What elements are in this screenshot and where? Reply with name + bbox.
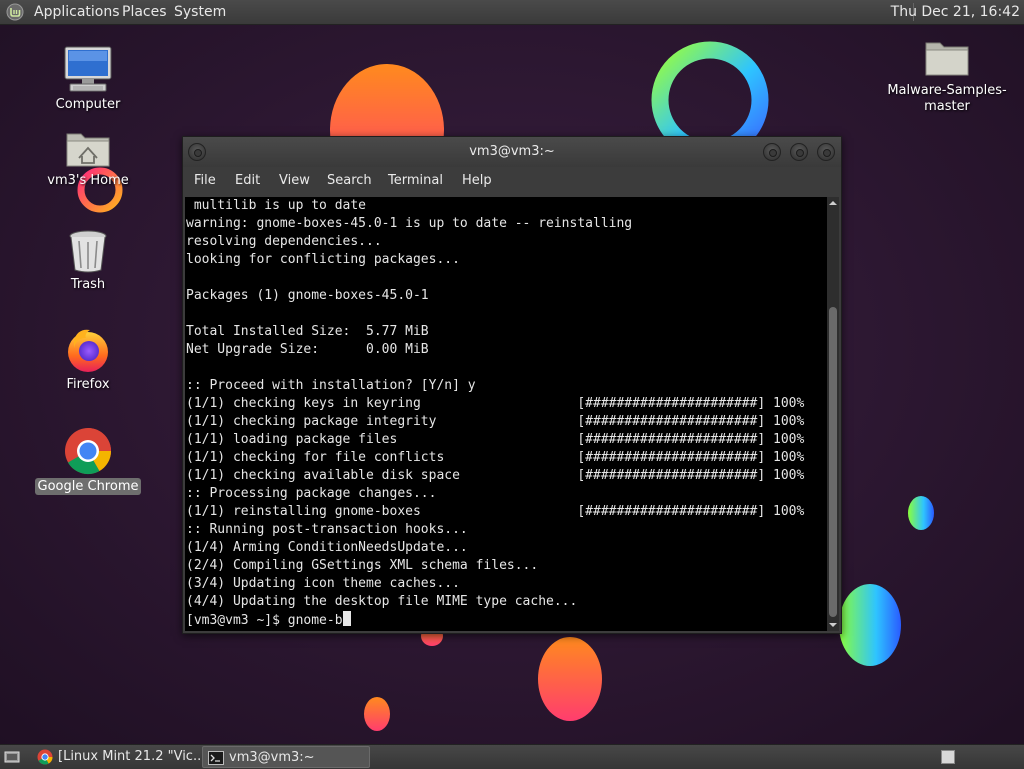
taskbar-item-label: [Linux Mint 21.2 "Vic... <box>58 749 200 764</box>
terminal-prompt: [vm3@vm3 ~]$ <box>186 613 288 628</box>
show-desktop-icon[interactable] <box>4 749 20 765</box>
terminal-line: (1/1) loading package files [###########… <box>186 432 805 447</box>
scroll-down-arrow-icon[interactable] <box>827 619 839 631</box>
scroll-up-arrow-icon[interactable] <box>827 197 839 209</box>
desktop-icon-label: Google Chrome <box>34 478 142 495</box>
terminal-line: Net Upgrade Size: 0.00 MiB <box>186 342 429 357</box>
taskbar-item-chrome[interactable]: [Linux Mint 21.2 "Vic... <box>32 746 200 768</box>
terminal-line: (1/1) reinstalling gnome-boxes [########… <box>186 504 805 519</box>
terminal-menubar: File Edit View Search Terminal Help <box>183 167 841 195</box>
terminal-line: warning: gnome-boxes-45.0-1 is up to dat… <box>186 216 633 231</box>
terminal-output[interactable]: multilib is up to date warning: gnome-bo… <box>185 197 827 631</box>
top-panel: Applications Places System Thu Dec 21, 1… <box>0 0 1024 25</box>
desktop-icon-home[interactable]: vm3's Home <box>38 128 138 189</box>
terminal-line: (2/4) Compiling GSettings XML schema fil… <box>186 558 539 573</box>
terminal-line: (1/1) checking for file conflicts [#####… <box>186 450 805 465</box>
desktop-icon-chrome[interactable]: Google Chrome <box>34 426 142 495</box>
menu-help[interactable]: Help <box>462 167 492 195</box>
taskbar-item-terminal[interactable]: vm3@vm3:~ <box>202 746 370 768</box>
trash-icon <box>69 230 107 273</box>
desktop-icon-label: vm3's Home <box>47 173 129 188</box>
maximize-button[interactable] <box>790 143 808 161</box>
terminal-line: (1/4) Arming ConditionNeedsUpdate... <box>186 540 468 555</box>
close-button[interactable] <box>817 143 835 161</box>
menu-search[interactable]: Search <box>327 167 372 195</box>
terminal-input[interactable]: gnome-b <box>288 613 343 628</box>
taskbar-item-label: vm3@vm3:~ <box>229 750 315 765</box>
terminal-icon <box>208 751 224 765</box>
menu-file[interactable]: File <box>194 167 216 195</box>
applications-menu[interactable]: Applications <box>34 0 120 24</box>
clock[interactable]: Thu Dec 21, 16:42 <box>891 0 1020 24</box>
terminal-line: (1/1) checking keys in keyring [########… <box>186 396 805 411</box>
menu-view[interactable]: View <box>279 167 310 195</box>
terminal-line: (1/1) checking package integrity [######… <box>186 414 805 429</box>
chrome-icon <box>37 749 53 765</box>
firefox-icon <box>68 329 108 372</box>
terminal-line: looking for conflicting packages... <box>186 252 460 267</box>
minimize-button[interactable] <box>763 143 781 161</box>
terminal-line: :: Running post-transaction hooks... <box>186 522 468 537</box>
desktop-icon-label: Trash <box>70 277 106 292</box>
desktop-icon-label: Malware-Samples- master <box>887 83 1007 114</box>
terminal-line: (1/1) checking available disk space [###… <box>186 468 805 483</box>
desktop-icon-computer[interactable]: Computer <box>38 44 138 113</box>
terminal-line: multilib is up to date <box>186 198 367 213</box>
bottom-panel: [Linux Mint 21.2 "Vic... vm3@vm3:~ <box>0 744 1024 769</box>
terminal-scrollbar[interactable] <box>827 197 839 631</box>
desktop-icon-label: Computer <box>55 97 121 112</box>
terminal-line: :: Proceed with installation? [Y/n] y <box>186 378 476 393</box>
chrome-icon <box>65 428 112 475</box>
terminal-line: Packages (1) gnome-boxes-45.0-1 <box>186 288 429 303</box>
workspace-switcher-icon[interactable] <box>940 749 956 765</box>
terminal-line: resolving dependencies... <box>186 234 382 249</box>
window-titlebar[interactable]: vm3@vm3:~ <box>183 137 841 167</box>
terminal-line: (3/4) Updating icon theme caches... <box>186 576 460 591</box>
terminal-line: Total Installed Size: 5.77 MiB <box>186 324 429 339</box>
desktop-icon-firefox[interactable]: Firefox <box>38 326 138 393</box>
terminal-line: :: Processing package changes... <box>186 486 437 501</box>
home-folder-icon <box>66 133 110 167</box>
terminal-cursor <box>342 611 351 626</box>
desktop-icon-malware-samples[interactable]: Malware-Samples- master <box>884 38 1010 116</box>
folder-icon <box>925 42 969 76</box>
menu-edit[interactable]: Edit <box>235 167 260 195</box>
places-menu[interactable]: Places <box>122 0 167 24</box>
scrollbar-thumb[interactable] <box>829 307 837 617</box>
terminal-text: multilib is up to date warning: gnome-bo… <box>185 197 827 630</box>
system-menu[interactable]: System <box>174 0 226 24</box>
window-title: vm3@vm3:~ <box>469 144 555 159</box>
terminal-window[interactable]: vm3@vm3:~ File Edit View Search Terminal… <box>182 136 842 634</box>
desktop-icon-trash[interactable]: Trash <box>38 228 138 293</box>
computer-icon <box>64 46 112 92</box>
desktop-icon-label: Firefox <box>66 377 110 392</box>
terminal-line: (4/4) Updating the desktop file MIME typ… <box>186 594 578 609</box>
menu-terminal[interactable]: Terminal <box>388 167 443 195</box>
linux-mint-logo-icon[interactable] <box>6 3 24 21</box>
